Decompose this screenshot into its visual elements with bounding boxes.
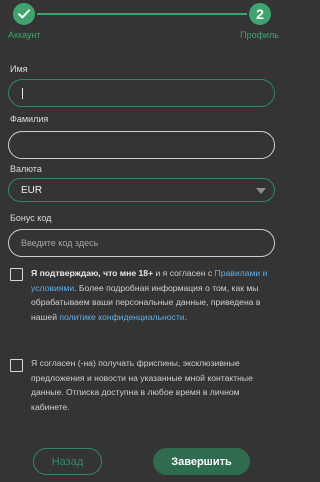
- promo-consent-text: Я согласен (-на) получать фриспины, экск…: [31, 358, 253, 412]
- step-profile-circle: 2: [249, 3, 271, 25]
- privacy-policy-link[interactable]: политике конфиденциальности: [59, 312, 184, 322]
- step-account-completed-circle: [13, 3, 35, 25]
- chevron-down-icon: [256, 188, 266, 194]
- step-profile-label: Профиль: [240, 30, 279, 40]
- last-name-label: Фамилия: [10, 114, 49, 124]
- bonus-code-label: Бонус код: [10, 213, 52, 223]
- currency-label: Валюта: [10, 164, 42, 174]
- bonus-code-input[interactable]: Введите код здесь: [8, 229, 275, 257]
- age-terms-text: Я подтверждаю, что мне 18+ и я согласен …: [31, 266, 271, 324]
- first-name-input[interactable]: [8, 79, 275, 107]
- currency-select[interactable]: EUR: [8, 178, 275, 202]
- finish-button[interactable]: Завершить: [153, 448, 250, 475]
- age-terms-checkbox[interactable]: [10, 268, 23, 281]
- bonus-code-placeholder: Введите код здесь: [21, 238, 99, 248]
- last-name-input[interactable]: [8, 131, 275, 159]
- step-connector-line: [37, 13, 247, 15]
- text-caret: [22, 88, 23, 99]
- promo-consent-checkbox[interactable]: [10, 359, 23, 372]
- progress-stepper: 2 Аккаунт Профиль: [0, 0, 286, 44]
- first-name-label: Имя: [10, 64, 28, 74]
- check-icon: [18, 9, 30, 19]
- back-button[interactable]: Назад: [33, 448, 102, 475]
- currency-selected-value: EUR: [21, 185, 43, 196]
- age-text-part-1: и я согласен с: [153, 268, 215, 278]
- step-account-label: Аккаунт: [8, 30, 41, 40]
- age-text-part-3: .: [184, 311, 187, 322]
- age-confirmation-bold: Я подтверждаю, что мне 18+: [31, 268, 154, 278]
